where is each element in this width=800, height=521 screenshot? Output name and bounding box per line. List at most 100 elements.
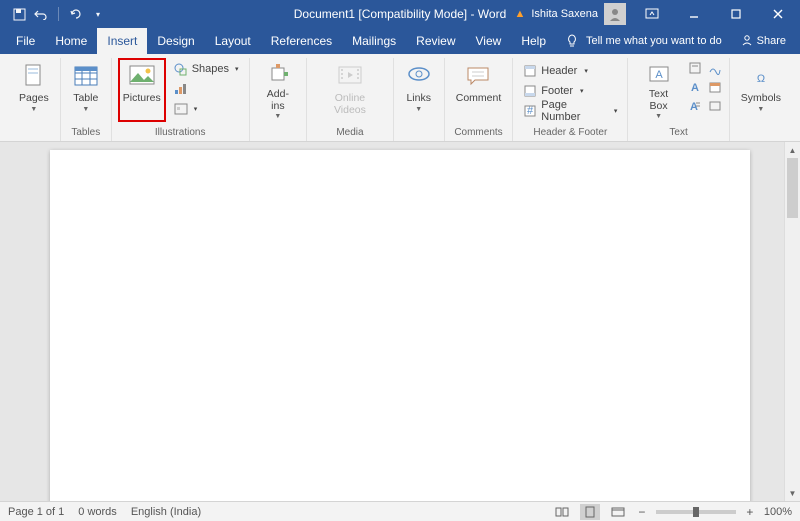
save-icon[interactable]	[12, 7, 26, 21]
page-status[interactable]: Page 1 of 1	[8, 506, 64, 518]
icons-button[interactable]	[170, 80, 243, 98]
status-bar: Page 1 of 1 0 words English (India) − + …	[0, 501, 800, 521]
textbox-button[interactable]: A Text Box ▼	[634, 58, 682, 122]
tab-design[interactable]: Design	[147, 28, 204, 54]
pages-icon	[20, 62, 48, 90]
link-icon	[405, 62, 433, 90]
group-links: Links ▼	[394, 58, 445, 141]
symbols-button[interactable]: Ω Symbols ▼	[736, 58, 786, 122]
tab-file[interactable]: File	[6, 28, 45, 54]
object-icon[interactable]	[707, 98, 723, 114]
page-number-button[interactable]: #Page Number▾	[519, 102, 621, 120]
document-page[interactable]	[50, 150, 750, 501]
tab-review[interactable]: Review	[406, 28, 465, 54]
scroll-track[interactable]	[785, 158, 800, 485]
chevron-down-icon: ▼	[82, 106, 89, 113]
zoom-out-button[interactable]: −	[636, 505, 648, 519]
web-layout-icon[interactable]	[608, 504, 628, 520]
vertical-scrollbar[interactable]: ▲ ▼	[784, 142, 800, 501]
shapes-button[interactable]: Shapes▾	[170, 60, 243, 78]
undo-icon[interactable]	[34, 7, 48, 21]
addins-button[interactable]: Add-ins ▼	[256, 58, 301, 122]
group-header-footer: Header▾ Footer▾ #Page Number▾ Header & F…	[513, 58, 628, 141]
tab-layout[interactable]: Layout	[205, 28, 261, 54]
title-bar: ▾ Document1 [Compatibility Mode] - Word …	[0, 0, 800, 28]
zoom-in-button[interactable]: +	[744, 505, 756, 519]
shapes-icon	[174, 62, 188, 76]
qat-customize-icon[interactable]: ▾	[91, 7, 105, 21]
share-label: Share	[757, 35, 786, 47]
header-icon	[523, 64, 537, 78]
smartart-button[interactable]: ▾	[170, 100, 243, 118]
tab-view[interactable]: View	[466, 28, 512, 54]
share-button[interactable]: Share	[741, 34, 786, 49]
ribbon-insert: Pages ▼ Table ▼ Tables Pictures Sha	[0, 54, 800, 142]
warning-icon: ▲	[514, 8, 525, 20]
dropcap-icon[interactable]: A	[687, 98, 703, 114]
group-comments: Comment Comments	[445, 58, 514, 141]
scroll-up-icon[interactable]: ▲	[785, 142, 800, 158]
svg-text:A: A	[691, 82, 699, 94]
pages-button[interactable]: Pages ▼	[14, 58, 54, 122]
video-icon	[336, 62, 364, 90]
signature-icon[interactable]	[707, 60, 723, 76]
print-layout-icon[interactable]	[580, 504, 600, 520]
wordart-icon[interactable]: A	[687, 79, 703, 95]
page-number-icon: #	[523, 104, 537, 118]
ribbon-display-icon[interactable]	[636, 0, 668, 28]
document-title: Document1 [Compatibility Mode] - Word	[294, 7, 507, 21]
minimize-icon[interactable]	[678, 0, 710, 28]
chevron-down-icon: ▼	[415, 106, 422, 113]
tab-help[interactable]: Help	[511, 28, 556, 54]
quickparts-icon[interactable]	[687, 60, 703, 76]
language-status[interactable]: English (India)	[131, 506, 201, 518]
svg-text:Ω: Ω	[757, 73, 765, 85]
svg-text:A: A	[655, 69, 663, 81]
pictures-button[interactable]: Pictures	[118, 58, 166, 122]
group-media: Online Videos Media	[307, 58, 394, 141]
chevron-down-icon: ▼	[757, 106, 764, 113]
menu-bar: File Home Insert Design Layout Reference…	[0, 28, 800, 54]
screenshot-icon	[174, 102, 188, 116]
footer-button[interactable]: Footer▾	[519, 82, 621, 100]
tab-home[interactable]: Home	[45, 28, 97, 54]
titlebar-right: ▲ Ishita Saxena	[514, 0, 800, 28]
tab-references[interactable]: References	[261, 28, 342, 54]
tab-mailings[interactable]: Mailings	[342, 28, 406, 54]
scroll-thumb[interactable]	[787, 158, 798, 218]
online-videos-button: Online Videos	[313, 58, 387, 122]
comment-button[interactable]: Comment	[451, 58, 507, 122]
comment-icon	[464, 62, 492, 90]
footer-icon	[523, 84, 537, 98]
date-icon[interactable]	[707, 79, 723, 95]
header-button[interactable]: Header▾	[519, 62, 621, 80]
qat-separator	[58, 7, 59, 21]
read-mode-icon[interactable]	[552, 504, 572, 520]
avatar-icon	[604, 3, 626, 25]
tell-me-label: Tell me what you want to do	[586, 35, 722, 47]
chevron-down-icon: ▼	[274, 113, 281, 120]
svg-text:#: #	[527, 105, 534, 117]
chevron-down-icon: ▼	[30, 106, 37, 113]
table-button[interactable]: Table ▼	[67, 58, 105, 122]
group-addins: Add-ins ▼	[250, 58, 308, 141]
redo-icon[interactable]	[69, 7, 83, 21]
close-icon[interactable]	[762, 0, 794, 28]
bulb-icon	[566, 34, 580, 48]
maximize-icon[interactable]	[720, 0, 752, 28]
word-count[interactable]: 0 words	[78, 506, 117, 518]
scroll-down-icon[interactable]: ▼	[785, 485, 800, 501]
group-illustrations: Pictures Shapes▾ ▾ Illustrations	[112, 58, 250, 141]
zoom-knob[interactable]	[693, 507, 699, 517]
zoom-slider[interactable]	[656, 510, 736, 514]
group-symbols: Ω Symbols ▼	[730, 58, 792, 141]
tell-me-search[interactable]: Tell me what you want to do	[566, 34, 722, 48]
user-account[interactable]: ▲ Ishita Saxena	[514, 3, 626, 25]
chart-icon	[174, 82, 188, 96]
tab-insert[interactable]: Insert	[97, 28, 147, 54]
document-area[interactable]	[0, 142, 800, 501]
user-name-label: Ishita Saxena	[531, 8, 598, 20]
zoom-level[interactable]: 100%	[764, 506, 792, 518]
textbox-icon: A	[645, 62, 673, 86]
links-button[interactable]: Links ▼	[400, 58, 438, 122]
